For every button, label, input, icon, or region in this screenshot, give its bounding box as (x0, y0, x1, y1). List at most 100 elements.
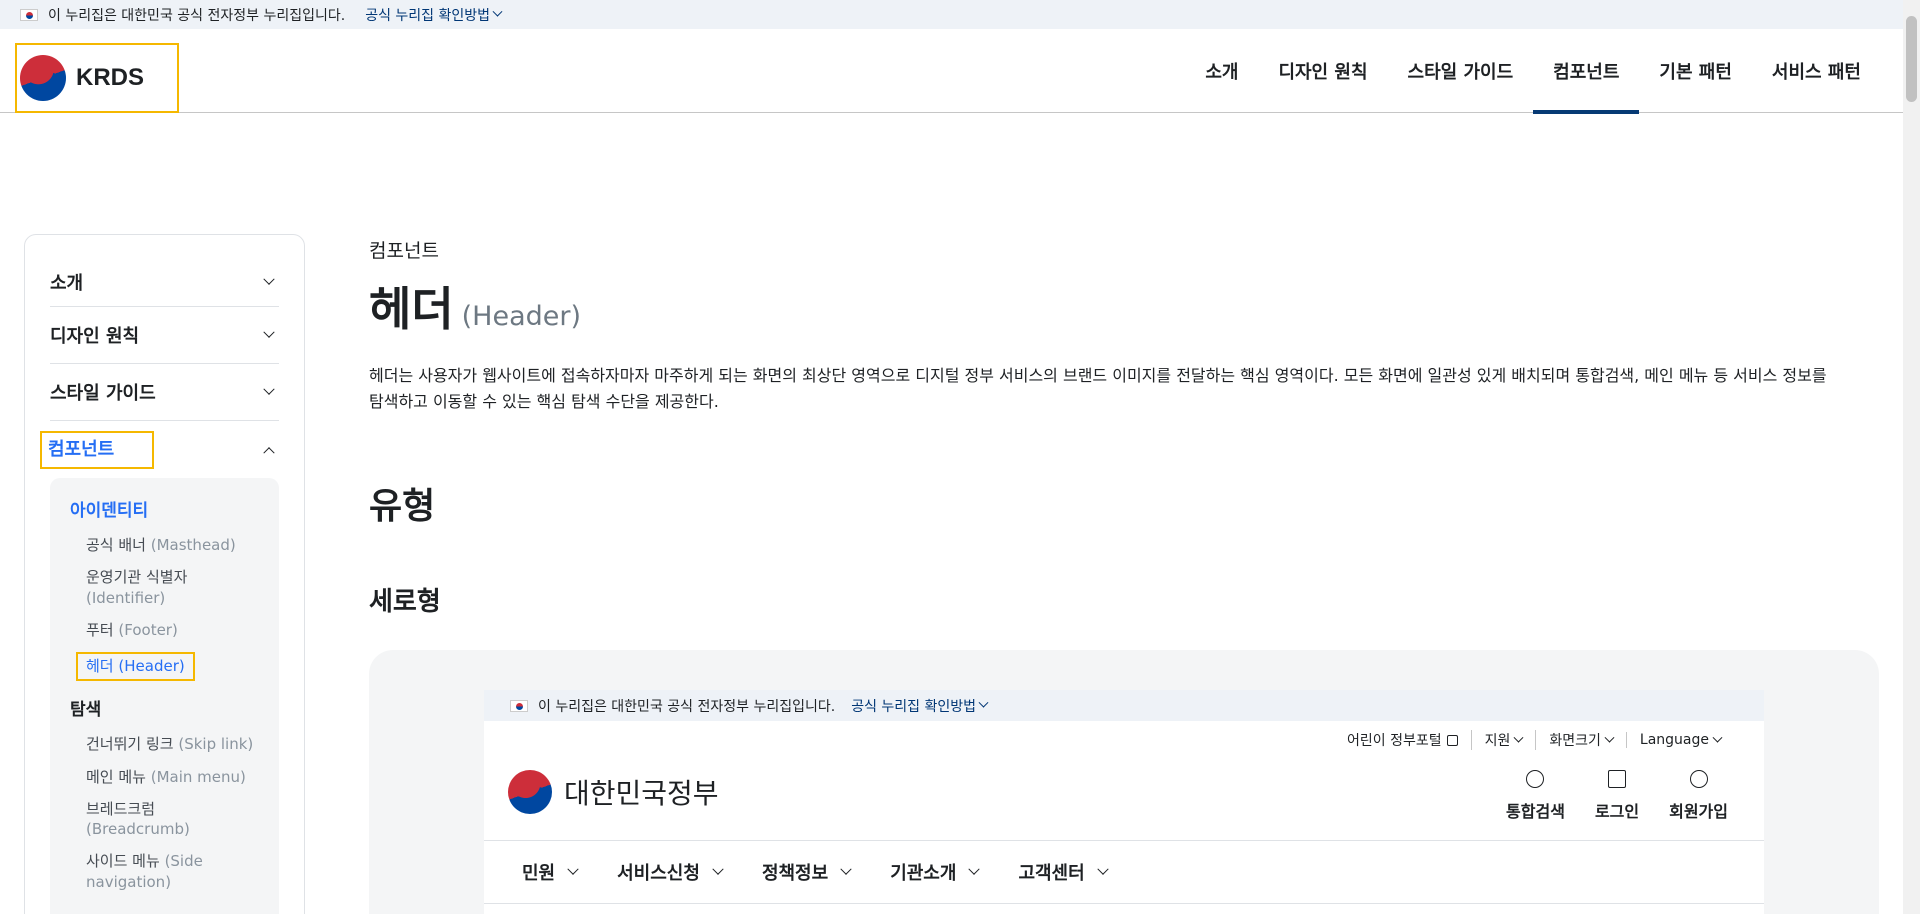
item-label-en: (Identifier) (86, 588, 166, 607)
mock-menu-item[interactable]: 서비스신청 (599, 859, 744, 885)
nav-item-design-principles[interactable]: 디자인 원칙 (1258, 29, 1387, 113)
page-scrollbar[interactable] (1903, 0, 1920, 914)
taegeuk-logo-icon (508, 770, 552, 814)
breadcrumb: 컴포넌트 (369, 240, 439, 262)
korea-flag-icon (20, 8, 38, 21)
chevron-down-icon (1604, 732, 1615, 743)
gov-logo-text: 대한민국정부 (564, 777, 719, 810)
util-support-dropdown[interactable]: 지원 (1470, 730, 1536, 750)
nav-item-intro[interactable]: 소개 (1185, 29, 1258, 113)
mock-masthead-text: 이 누리집은 대한민국 공식 전자정부 누리집입니다. (538, 698, 836, 715)
side-section-label: 스타일 가이드 (50, 383, 156, 404)
submenu-group-identity: 아이덴티티 (70, 501, 149, 521)
search-icon (1526, 770, 1545, 788)
util-label: Language (1639, 732, 1709, 748)
mock-menu-item[interactable]: 민원 (504, 859, 599, 885)
chevron-down-icon (978, 697, 989, 708)
nav-item-components[interactable]: 컴포넌트 (1533, 29, 1640, 114)
action-label: 회원가입 (1669, 802, 1728, 821)
main-content: 컴포넌트 헤더 (Header) 헤더는 사용자가 웹사이트에 접속하자마자 마… (369, 236, 1879, 618)
page-title-en: (Header) (461, 301, 582, 332)
chevron-down-icon (492, 6, 503, 17)
item-label: 푸터 (86, 620, 114, 639)
taegeuk-logo-icon (20, 55, 66, 101)
submenu-item-skip-link[interactable]: 건너뛰기 링크 (Skip link) (70, 734, 259, 754)
submenu-item-footer[interactable]: 푸터 (Footer) (70, 620, 259, 640)
nav-item-style-guide[interactable]: 스타일 가이드 (1388, 29, 1534, 113)
krds-logo-link[interactable]: KRDS (15, 43, 179, 113)
mock-masthead-link[interactable]: 공식 누리집 확인방법 (851, 696, 989, 716)
submenu-item-main-menu[interactable]: 메인 메뉴 (Main menu) (70, 767, 259, 787)
korea-flag-icon (510, 699, 528, 712)
masthead-link-label: 공식 누리집 확인방법 (365, 7, 491, 24)
action-label: 통합검색 (1506, 802, 1565, 821)
submenu-item-masthead[interactable]: 공식 배너 (Masthead) (70, 535, 259, 555)
item-label: 브레드크럼 (86, 799, 156, 818)
util-kids-portal-link[interactable]: 어린이 정부포털 (1334, 730, 1471, 750)
official-masthead: 이 누리집은 대한민국 공식 전자정부 누리집입니다. 공식 누리집 확인방법 (0, 0, 1903, 29)
signup-button[interactable]: 회원가입 (1669, 770, 1728, 822)
mock-menu-item[interactable]: 정책정보 (744, 859, 872, 885)
util-language-dropdown[interactable]: Language (1625, 732, 1734, 748)
chevron-down-icon (567, 863, 579, 875)
chevron-down-icon (1513, 732, 1524, 743)
menu-label: 정책정보 (761, 863, 829, 884)
mock-header-actions: 통합검색 로그인 회원가입 (1506, 770, 1728, 822)
nav-item-service-patterns[interactable]: 서비스 패턴 (1752, 29, 1881, 113)
mock-masthead: 이 누리집은 대한민국 공식 전자정부 누리집입니다. 공식 누리집 확인방법 (484, 690, 1764, 721)
mock-main-menu: 민원 서비스신청 정책정보 기관소개 고객센터 (484, 840, 1764, 904)
util-label: 지원 (1484, 733, 1511, 749)
scrollbar-thumb[interactable] (1906, 16, 1917, 102)
chevron-down-icon (1712, 732, 1723, 743)
chevron-down-icon (712, 863, 724, 875)
item-label: 헤더 (86, 657, 114, 675)
login-button[interactable]: 로그인 (1595, 770, 1639, 822)
submenu-group-navigation: 탐색 (70, 700, 102, 721)
util-label: 어린이 정부포털 (1346, 733, 1442, 749)
login-icon (1608, 770, 1627, 788)
item-label: 건너뛰기 링크 (86, 735, 174, 754)
util-label: 화면크기 (1549, 733, 1601, 749)
submenu-item-header[interactable]: 헤더 (Header) (70, 652, 259, 682)
active-item-highlight: 헤더 (Header) (76, 652, 195, 682)
page-description: 헤더는 사용자가 웹사이트에 접속하자마자 마주하게 되는 화면의 최상단 영역… (369, 366, 1827, 411)
item-label-en: (Breadcrumb) (86, 820, 190, 838)
item-label-en: (Skip link) (178, 735, 254, 754)
chevron-down-icon (968, 863, 981, 875)
side-section-label: 컴포넌트 (40, 430, 155, 469)
mock-utility-links: 어린이 정부포털 지원 화면크기 Language (1334, 730, 1734, 750)
chevron-down-icon (263, 326, 275, 338)
components-submenu: 아이덴티티 공식 배너 (Masthead) 운영기관 식별자 (Identifi… (50, 478, 279, 914)
chevron-down-icon (263, 273, 275, 285)
side-section-style-guide[interactable]: 스타일 가이드 (50, 364, 279, 421)
nav-item-basic-patterns[interactable]: 기본 패턴 (1639, 29, 1752, 113)
menu-label: 민원 (522, 863, 556, 884)
item-label-en: (Footer) (118, 620, 178, 639)
chevron-up-icon (263, 446, 275, 458)
side-navigation: 소개 디자인 원칙 스타일 가이드 컴포넌트 아이덴티티 공식 배너 (Mast… (24, 234, 305, 914)
menu-label: 서비스신청 (617, 863, 700, 884)
item-label: 공식 배너 (86, 536, 146, 554)
page: 이 누리집은 대한민국 공식 전자정부 누리집입니다. 공식 누리집 확인방법 … (0, 0, 1920, 914)
side-section-label: 디자인 원칙 (50, 326, 140, 347)
util-screen-size-dropdown[interactable]: 화면크기 (1535, 730, 1626, 750)
subsection-heading-vertical: 세로형 (369, 587, 441, 617)
chevron-down-icon (1097, 863, 1109, 875)
mock-masthead-link-label: 공식 누리집 확인방법 (851, 698, 977, 715)
mock-gov-logo[interactable]: 대한민국정부 (508, 770, 719, 814)
side-section-design-principles[interactable]: 디자인 원칙 (50, 307, 279, 364)
side-section-components[interactable]: 컴포넌트 (40, 421, 279, 478)
mock-menu-item[interactable]: 기관소개 (872, 859, 1000, 885)
item-label: 메인 메뉴 (86, 767, 146, 786)
search-button[interactable]: 통합검색 (1506, 770, 1565, 822)
side-section-intro[interactable]: 소개 (50, 257, 279, 307)
mock-menu-item[interactable]: 고객센터 (1000, 859, 1128, 885)
chevron-down-icon (840, 863, 852, 875)
submenu-item-breadcrumb[interactable]: 브레드크럼 (Breadcrumb) (70, 799, 259, 840)
masthead-verify-link[interactable]: 공식 누리집 확인방법 (365, 5, 503, 25)
masthead-text: 이 누리집은 대한민국 공식 전자정부 누리집입니다. (48, 7, 346, 24)
submenu-item-side-navigation[interactable]: 사이드 메뉴 (Side navigation) (70, 851, 259, 892)
page-title-row: 헤더 (Header) (369, 273, 1879, 339)
submenu-item-identifier[interactable]: 운영기관 식별자 (Identifier) (70, 567, 259, 608)
item-label-en: (Header) (118, 657, 185, 675)
